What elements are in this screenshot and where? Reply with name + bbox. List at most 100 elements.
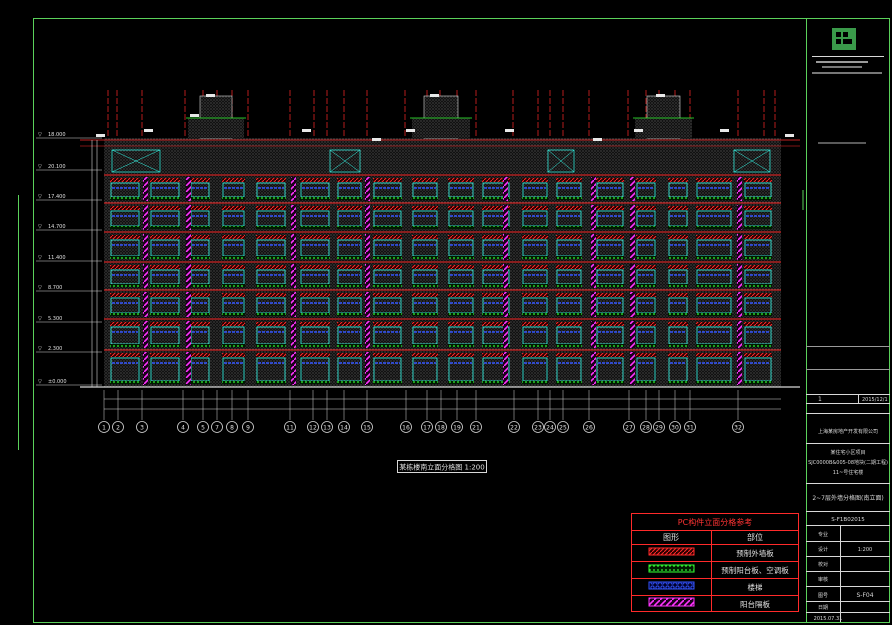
balcony-slab: [448, 313, 474, 316]
precast-wall-band: [300, 178, 330, 182]
balcony-slab: [596, 197, 624, 200]
precast-wall-band: [190, 353, 210, 357]
balcony-slab: [448, 197, 474, 200]
precast-wall-band: [668, 206, 688, 210]
building-elevation: [80, 90, 800, 388]
precast-wall-band: [696, 293, 732, 297]
balcony-slab: [222, 226, 245, 229]
precast-wall-band: [668, 235, 688, 239]
roof-tower-base: [188, 118, 244, 138]
level-label: 17.400: [48, 194, 66, 200]
precast-wall-band: [373, 206, 402, 210]
precast-wall-band: [110, 235, 140, 239]
balcony-slab: [448, 256, 474, 259]
level-label: 18.000: [48, 132, 66, 138]
balcony-slab: [596, 226, 624, 229]
precast-wall-band: [190, 178, 210, 182]
precast-wall-band: [190, 322, 210, 326]
balcony-partition: [630, 234, 635, 260]
balcony-slab: [337, 344, 362, 347]
balcony-slab: [744, 226, 772, 229]
drawing-caption-text: 某栋楼南立面分格图 1:200: [399, 463, 484, 472]
balcony-slab: [696, 197, 732, 200]
dimension-tag: [720, 129, 729, 132]
balcony-partition: [591, 321, 596, 348]
balcony-partition: [291, 264, 296, 288]
precast-wall-band: [412, 235, 438, 239]
balcony-slab: [190, 381, 210, 384]
precast-wall-band: [412, 322, 438, 326]
balcony-slab: [337, 226, 362, 229]
balcony-partition: [737, 177, 742, 201]
balcony-slab: [412, 313, 438, 316]
precast-wall-band: [522, 265, 548, 269]
precast-wall-band: [522, 178, 548, 182]
balcony-slab: [222, 344, 245, 347]
balcony-slab: [412, 197, 438, 200]
balcony-partition: [365, 292, 370, 317]
balcony-slab: [696, 256, 732, 259]
precast-wall-band: [596, 178, 624, 182]
balcony-partition: [591, 292, 596, 317]
balcony-partition: [143, 177, 148, 201]
balcony-slab: [256, 284, 286, 287]
balcony-slab: [256, 226, 286, 229]
axis-bubble-label: 3: [140, 425, 144, 432]
precast-wall-band: [256, 353, 286, 357]
precast-wall-band: [150, 235, 180, 239]
balcony-partition: [143, 352, 148, 385]
precast-wall-band: [222, 293, 245, 297]
precast-wall-band: [222, 353, 245, 357]
balcony-partition: [291, 234, 296, 260]
balcony-partition: [143, 264, 148, 288]
balcony-slab: [744, 344, 772, 347]
precast-wall-band: [150, 293, 180, 297]
balcony-slab: [596, 344, 624, 347]
balcony-slab: [373, 197, 402, 200]
balcony-slab: [744, 284, 772, 287]
balcony-slab: [190, 256, 210, 259]
roof-tower-base: [635, 118, 692, 138]
balcony-slab: [668, 226, 688, 229]
precast-wall-band: [110, 293, 140, 297]
balcony-slab: [190, 226, 210, 229]
project-line-3: 11~号住宅楼: [833, 469, 864, 476]
balcony-slab: [668, 313, 688, 316]
balcony-slab: [150, 197, 180, 200]
legend-part-stair: 楼梯: [748, 582, 763, 592]
balcony-slab: [636, 313, 656, 316]
precast-wall-band: [696, 322, 732, 326]
precast-wall-band: [668, 265, 688, 269]
balcony-partition: [365, 205, 370, 230]
balcony-partition: [186, 205, 191, 230]
legend-swatch-balcony: [648, 564, 695, 573]
balcony-slab: [300, 284, 330, 287]
dimension-tag: [785, 134, 794, 137]
balcony-slab: [556, 226, 582, 229]
balcony-slab: [337, 284, 362, 287]
balcony-slab: [190, 344, 210, 347]
precast-wall-band: [744, 206, 772, 210]
precast-wall-band: [150, 353, 180, 357]
balcony-partition: [737, 234, 742, 260]
precast-wall-band: [373, 322, 402, 326]
precast-wall-band: [556, 293, 582, 297]
balcony-partition: [737, 352, 742, 385]
axis-bubble-label: 1: [102, 425, 106, 432]
precast-wall-band: [556, 235, 582, 239]
balcony-slab: [668, 381, 688, 384]
legend-title: PC构件立面分格参考: [678, 517, 752, 527]
precast-wall-band: [373, 235, 402, 239]
balcony-slab: [696, 284, 732, 287]
balcony-slab: [150, 344, 180, 347]
balcony-slab: [744, 197, 772, 200]
axis-bubble-label: 19: [453, 425, 461, 432]
balcony-partition: [591, 264, 596, 288]
precast-wall-band: [636, 293, 656, 297]
balcony-slab: [222, 256, 245, 259]
balcony-partition: [186, 234, 191, 260]
balcony-slab: [222, 284, 245, 287]
scale-value: 1:200: [858, 547, 872, 553]
precast-wall-band: [222, 265, 245, 269]
roof-tower-base: [412, 118, 470, 138]
